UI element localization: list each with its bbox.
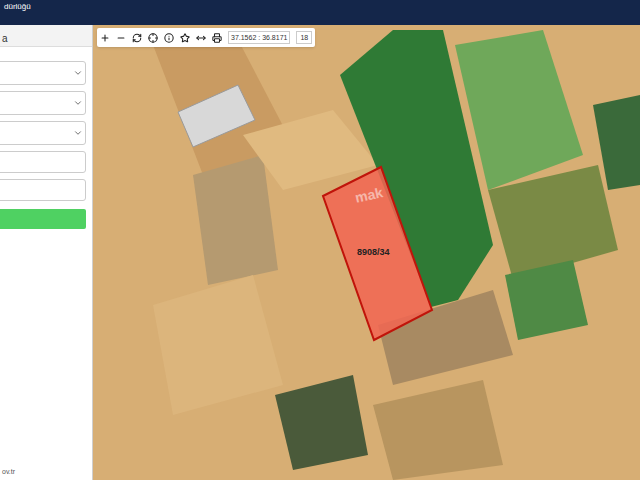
- zoom-in-icon[interactable]: [100, 33, 110, 43]
- map-toolbar: 37.1562 : 36.8171 18: [97, 28, 315, 47]
- select-field[interactable]: [0, 121, 86, 145]
- parcel-label: 8908/34: [357, 246, 390, 258]
- top-bar: dürlüğü: [0, 0, 640, 25]
- text-field[interactable]: [0, 151, 86, 173]
- query-button[interactable]: [0, 209, 86, 229]
- window-title: dürlüğü: [4, 2, 31, 12]
- select-field[interactable]: [0, 91, 86, 115]
- zoom-out-icon[interactable]: [116, 33, 126, 43]
- locate-icon[interactable]: [148, 33, 158, 43]
- print-icon[interactable]: [212, 33, 222, 43]
- star-icon[interactable]: [180, 33, 190, 43]
- sidebar-header: a: [0, 25, 92, 47]
- text-field[interactable]: [0, 179, 86, 201]
- zoom-level: 18: [296, 31, 312, 44]
- chevron-down-icon: [73, 68, 83, 78]
- app: dürlüğüaov.trmak8908/3437.1562 : 36.8171…: [0, 0, 640, 480]
- coordinates: 37.1562 : 36.8171: [228, 31, 290, 44]
- map[interactable]: mak8908/3437.1562 : 36.817118: [93, 25, 640, 480]
- select-field[interactable]: [0, 61, 86, 85]
- refresh-icon[interactable]: [132, 33, 142, 43]
- sidebar: a ov.tr: [0, 25, 93, 480]
- info-icon[interactable]: [164, 33, 174, 43]
- measure-icon[interactable]: [196, 33, 206, 43]
- footer-link[interactable]: ov.tr: [0, 467, 92, 480]
- chevron-down-icon: [73, 128, 83, 138]
- chevron-down-icon: [73, 98, 83, 108]
